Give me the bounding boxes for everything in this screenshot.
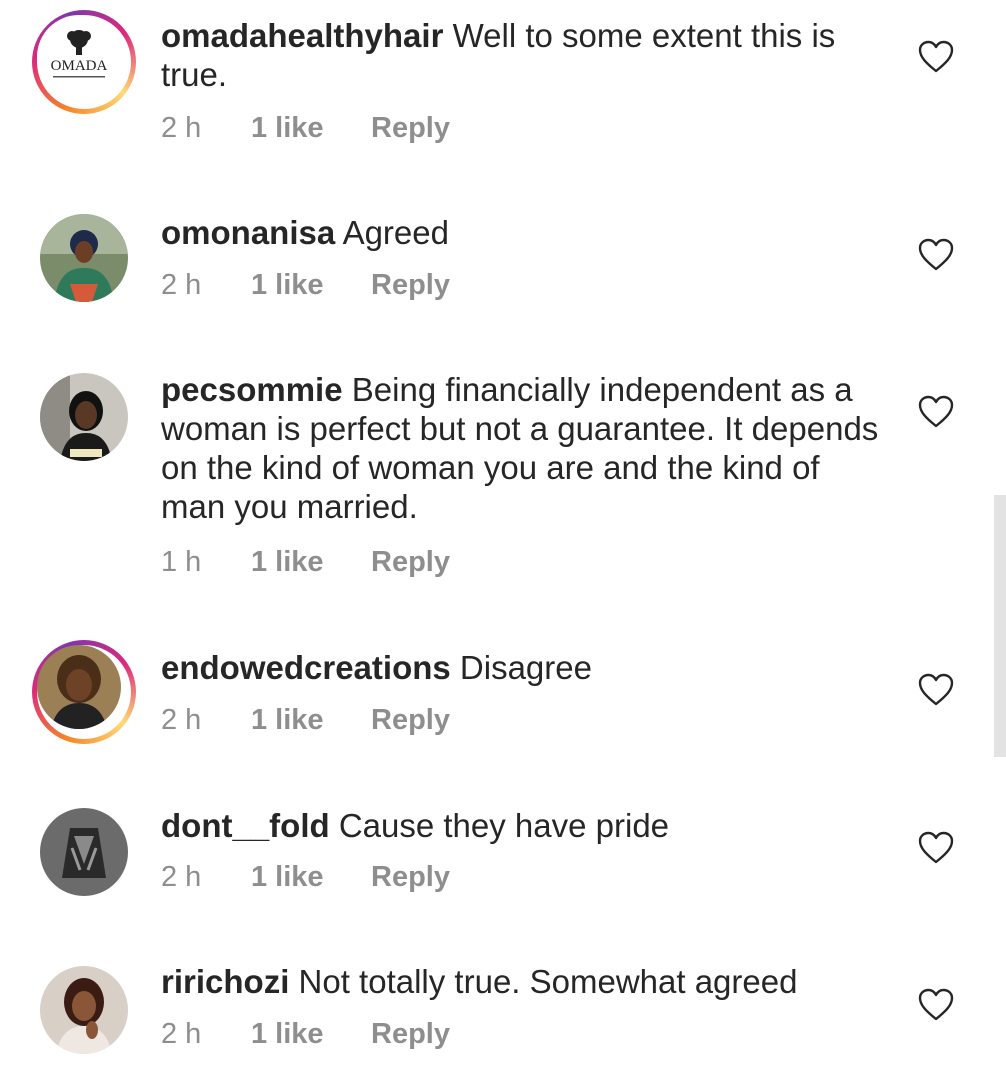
comment-body: Disagree [459,649,592,686]
avatar[interactable] [40,966,128,1054]
reply-button[interactable]: Reply [371,1018,450,1051]
comment-username[interactable]: ririchozi [161,963,289,1000]
comment-text: dont__fold Cause they have pride [161,806,881,845]
comment-time: 2 h [161,704,202,736]
heart-outline-icon[interactable] [918,395,954,429]
reply-button[interactable]: Reply [371,704,450,737]
comment-likes[interactable]: 1 like [251,1018,324,1051]
comment-likes[interactable]: 1 like [251,269,324,302]
heart-outline-icon[interactable] [918,988,954,1022]
avatar[interactable] [40,808,128,896]
avatar[interactable] [40,214,128,302]
comment-likes[interactable]: 1 like [251,704,324,737]
avatar[interactable] [40,373,128,461]
avatar[interactable]: OMADA [32,10,136,114]
omada-logo-text: OMADA [51,58,108,74]
comment-text: omonanisa Agreed [161,213,881,252]
heart-outline-icon[interactable] [918,40,954,74]
heart-outline-icon[interactable] [918,238,954,272]
comment-username[interactable]: omadahealthyhair [161,17,443,54]
comment-time: 2 h [161,112,202,144]
comment-time: 1 h [161,546,202,578]
comment-text: ririchozi Not totally true. Somewhat agr… [161,962,881,1001]
comment-text: pecsommie Being financially independent … [161,370,881,526]
reply-button[interactable]: Reply [371,112,450,145]
heart-outline-icon[interactable] [918,831,954,865]
reply-button[interactable]: Reply [371,546,450,579]
avatar[interactable] [32,640,136,744]
comment-likes[interactable]: 1 like [251,112,324,145]
comment-username[interactable]: omonanisa [161,214,335,251]
comment-body: Not totally true. Somewhat agreed [298,963,798,1000]
scrollbar-thumb[interactable] [994,495,1006,757]
comment-likes[interactable]: 1 like [251,861,324,894]
heart-outline-icon[interactable] [918,673,954,707]
comment-time: 2 h [161,1018,202,1050]
comment-username[interactable]: dont__fold [161,807,330,844]
comment-username[interactable]: pecsommie [161,371,343,408]
comment-time: 2 h [161,861,202,893]
reply-button[interactable]: Reply [371,861,450,894]
comment-time: 2 h [161,269,202,301]
comment-text: endowedcreations Disagree [161,648,881,687]
comment-body: Cause they have pride [338,807,670,844]
comment-body: Agreed [342,214,449,251]
reply-button[interactable]: Reply [371,269,450,302]
comment-username[interactable]: endowedcreations [161,649,451,686]
comment-likes[interactable]: 1 like [251,546,324,579]
comment-text: omadahealthyhair Well to some extent thi… [161,16,881,94]
